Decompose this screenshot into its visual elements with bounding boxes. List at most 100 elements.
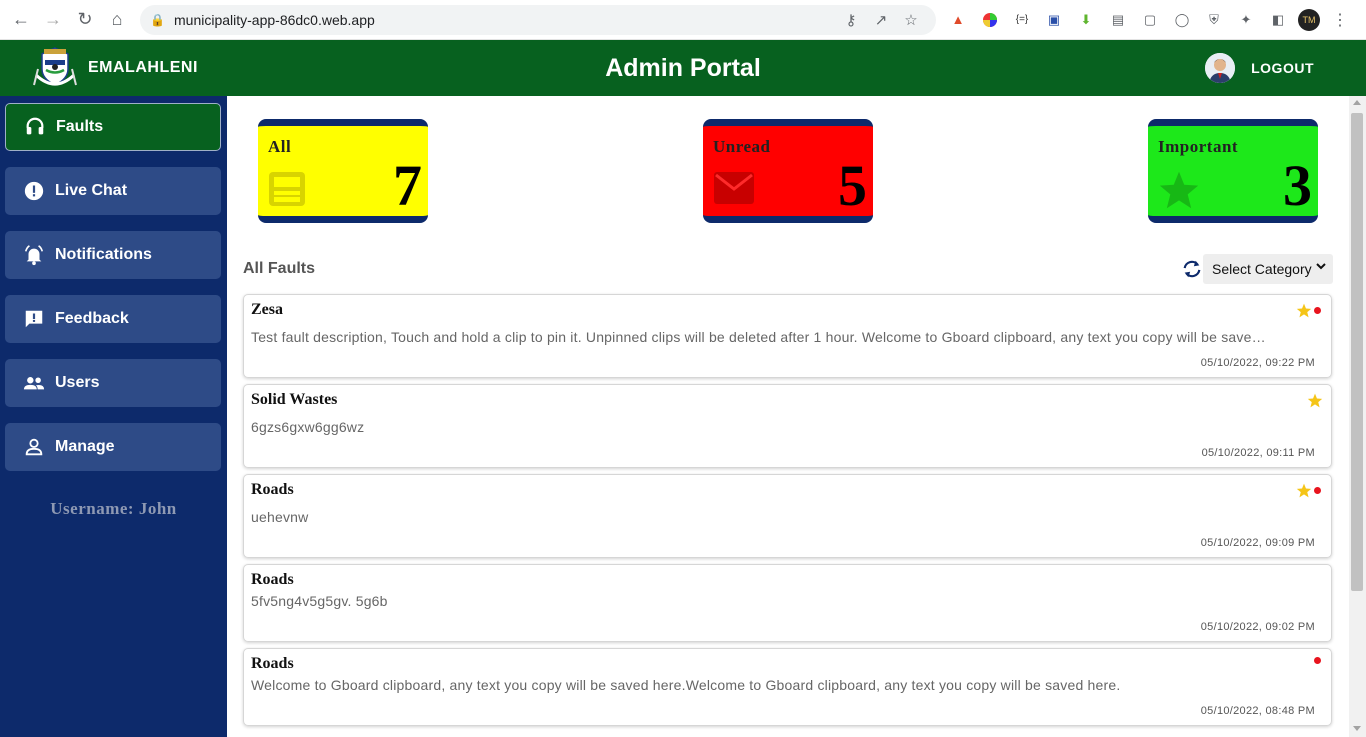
fault-title: Roads bbox=[251, 571, 294, 588]
profile-avatar[interactable]: TM bbox=[1298, 8, 1320, 31]
sidebar-item-notifications[interactable]: Notifications bbox=[5, 231, 221, 279]
card-important[interactable]: Important 3 bbox=[1148, 119, 1318, 223]
card-count: 5 bbox=[838, 153, 867, 218]
section-title: All Faults bbox=[243, 260, 316, 277]
home-icon[interactable]: ⌂ bbox=[104, 7, 130, 33]
screen-extension-icon[interactable]: ▢ bbox=[1138, 8, 1162, 32]
fault-card[interactable]: Solid Wastes 6gzs6gxw6gg6wz 05/10/2022, … bbox=[243, 384, 1332, 468]
card-count: 7 bbox=[393, 153, 422, 218]
card-label: Important bbox=[1158, 137, 1239, 156]
card-label: Unread bbox=[713, 137, 771, 156]
fault-markers bbox=[1314, 657, 1321, 664]
bookmark-star-icon[interactable]: ☆ bbox=[896, 11, 926, 29]
sidebar-item-label: Feedback bbox=[55, 310, 129, 327]
code-extension-icon[interactable]: ◯ bbox=[1170, 8, 1194, 32]
chevron-down-icon bbox=[1315, 260, 1327, 275]
fault-card[interactable]: Zesa Test fault description, Touch and h… bbox=[243, 294, 1332, 378]
fault-markers bbox=[1296, 483, 1321, 498]
sidebar-item-live-chat[interactable]: Live Chat bbox=[5, 167, 221, 215]
fault-description: Test fault description, Touch and hold a… bbox=[251, 329, 1273, 345]
important-star-icon[interactable] bbox=[1296, 303, 1312, 318]
scroll-up-arrow[interactable] bbox=[1353, 100, 1361, 105]
menu-kebab-icon[interactable]: ⋮ bbox=[1328, 8, 1352, 32]
card-unread[interactable]: Unread 5 bbox=[703, 119, 873, 223]
scroll-down-arrow[interactable] bbox=[1353, 726, 1361, 731]
fault-markers bbox=[1296, 303, 1321, 318]
back-arrow-icon[interactable]: ← bbox=[8, 7, 34, 33]
lock-icon: 🔒 bbox=[150, 12, 165, 27]
username-label: Username: John bbox=[50, 499, 177, 518]
card-all[interactable]: All 7 bbox=[258, 119, 428, 223]
sidebar-item-feedback[interactable]: Feedback bbox=[5, 295, 221, 343]
save-extension-icon[interactable]: ▣ bbox=[1042, 8, 1066, 32]
megaphone-extension-icon[interactable]: ▲ bbox=[946, 8, 970, 32]
main-content: All 7 Unread 5 Important 3 All Faults Se… bbox=[227, 96, 1349, 737]
key-icon[interactable]: ⚷ bbox=[836, 11, 866, 29]
sidebar-item-label: Notifications bbox=[55, 246, 152, 263]
faults-list: Zesa Test fault description, Touch and h… bbox=[243, 294, 1333, 732]
fault-date: 05/10/2022, 09:22 PM bbox=[1200, 357, 1315, 369]
browser-toolbar: ← → ↻ ⌂ 🔒 municipality-app-86dc0.web.app… bbox=[0, 0, 1366, 40]
page-scrollbar[interactable] bbox=[1349, 96, 1366, 737]
bell-ring-icon bbox=[23, 244, 45, 266]
unread-dot bbox=[1314, 307, 1321, 314]
fault-description: 6gzs6gxw6gg6wz bbox=[251, 419, 365, 435]
fault-description: 5fv5ng4v5g5gv. 5g6b bbox=[251, 593, 388, 609]
inbox-icon bbox=[268, 170, 306, 213]
person-icon bbox=[23, 436, 45, 458]
mail-icon bbox=[713, 170, 755, 211]
sidebar-item-users[interactable]: Users bbox=[5, 359, 221, 407]
fault-date: 05/10/2022, 09:11 PM bbox=[1201, 447, 1315, 459]
document-extension-icon[interactable]: ▤ bbox=[1106, 8, 1130, 32]
share-icon[interactable]: ↗ bbox=[866, 11, 896, 29]
forward-arrow-icon[interactable]: → bbox=[40, 7, 66, 33]
fault-title: Zesa bbox=[251, 301, 283, 318]
user-area: LOGOUT bbox=[1205, 53, 1314, 83]
alert-circle-icon bbox=[23, 180, 45, 202]
fault-title: Roads bbox=[251, 655, 294, 672]
card-count: 3 bbox=[1283, 153, 1312, 218]
sidebar-item-manage[interactable]: Manage bbox=[5, 423, 221, 471]
logout-button[interactable]: LOGOUT bbox=[1251, 60, 1314, 76]
scrollbar-thumb[interactable] bbox=[1351, 113, 1363, 591]
sidebar-item-label: Users bbox=[55, 374, 100, 391]
star-icon bbox=[1158, 170, 1200, 215]
shield-extension-icon[interactable]: ⛨ bbox=[1202, 8, 1226, 32]
refresh-icon[interactable] bbox=[1181, 258, 1203, 280]
fault-card[interactable]: Roads 5fv5ng4v5g5gv. 5g6b 05/10/2022, 09… bbox=[243, 564, 1332, 642]
brand-name: EMALAHLENI bbox=[88, 59, 198, 76]
side-panel-icon[interactable]: ◧ bbox=[1266, 8, 1290, 32]
important-star-icon[interactable] bbox=[1307, 393, 1323, 408]
summary-cards: All 7 Unread 5 Important 3 bbox=[227, 96, 1349, 236]
fault-date: 05/10/2022, 08:48 PM bbox=[1200, 705, 1315, 717]
json-extension-icon[interactable]: {=} bbox=[1010, 8, 1034, 32]
headset-icon bbox=[24, 116, 46, 138]
url-text[interactable]: municipality-app-86dc0.web.app bbox=[168, 12, 836, 28]
sidebar-item-faults[interactable]: Faults bbox=[5, 103, 221, 151]
category-select[interactable]: Select Category bbox=[1203, 254, 1333, 284]
brand[interactable]: EMALAHLENI bbox=[0, 45, 320, 91]
puzzle-extensions-icon[interactable]: ✦ bbox=[1234, 8, 1258, 32]
card-label: All bbox=[268, 137, 292, 156]
fault-markers bbox=[1307, 393, 1323, 408]
reload-icon[interactable]: ↻ bbox=[72, 7, 98, 33]
faults-toolbar: All Faults Select Category bbox=[243, 254, 1333, 284]
avatar[interactable] bbox=[1205, 53, 1236, 83]
sidebar: Faults Live Chat Notifications Feedback … bbox=[0, 96, 227, 737]
fault-title: Roads bbox=[251, 481, 294, 498]
unread-dot bbox=[1314, 657, 1321, 664]
unread-dot bbox=[1314, 487, 1321, 494]
download-extension-icon[interactable]: ⬇ bbox=[1074, 8, 1098, 32]
fault-card[interactable]: Roads Welcome to Gboard clipboard, any t… bbox=[243, 648, 1332, 726]
category-select-value: Select Category bbox=[1212, 261, 1312, 277]
municipality-crest-icon bbox=[32, 45, 78, 91]
fault-date: 05/10/2022, 09:09 PM bbox=[1200, 537, 1315, 549]
important-star-icon[interactable] bbox=[1296, 483, 1312, 498]
address-bar[interactable]: 🔒 municipality-app-86dc0.web.app ⚷ ↗ ☆ bbox=[140, 4, 936, 35]
users-icon bbox=[23, 372, 45, 394]
fault-card[interactable]: Roads uehevnw 05/10/2022, 09:09 PM bbox=[243, 474, 1332, 558]
fault-description: uehevnw bbox=[251, 509, 309, 525]
sidebar-item-label: Faults bbox=[56, 118, 104, 135]
color-wheel-extension-icon[interactable] bbox=[978, 8, 1002, 32]
fault-description: Welcome to Gboard clipboard, any text yo… bbox=[251, 677, 1121, 693]
